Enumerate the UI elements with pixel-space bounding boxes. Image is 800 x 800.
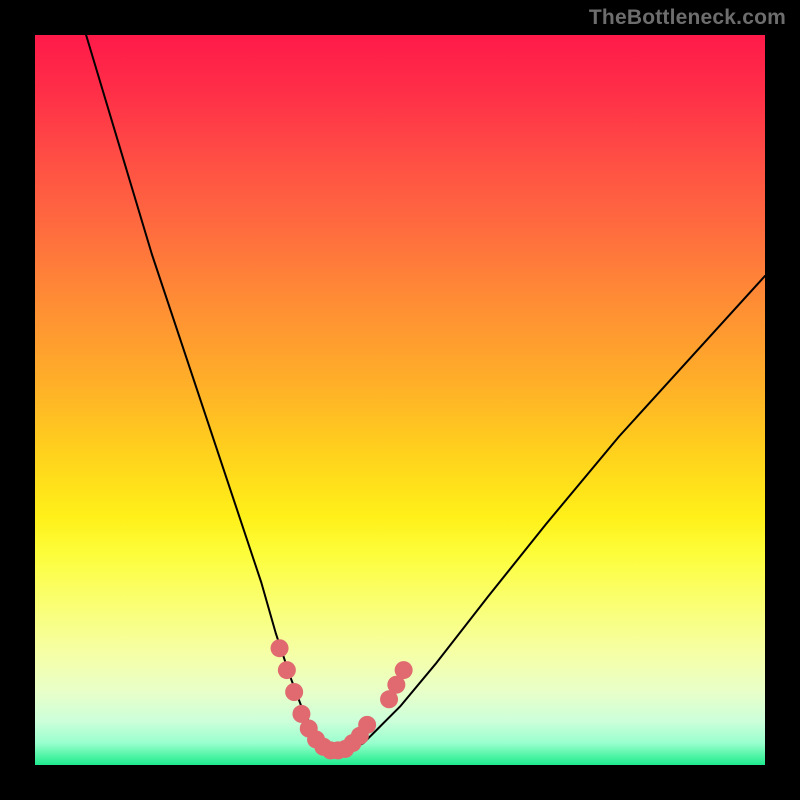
chart-stage: TheBottleneck.com [0,0,800,800]
highlight-dots [271,639,413,759]
bottleneck-curve [86,35,765,750]
highlight-dot [278,661,296,679]
highlight-dot [358,716,376,734]
curve-svg [35,35,765,765]
highlight-dot [271,639,289,657]
watermark-text: TheBottleneck.com [589,6,786,30]
plot-area [35,35,765,765]
highlight-dot [395,661,413,679]
highlight-dot [285,683,303,701]
